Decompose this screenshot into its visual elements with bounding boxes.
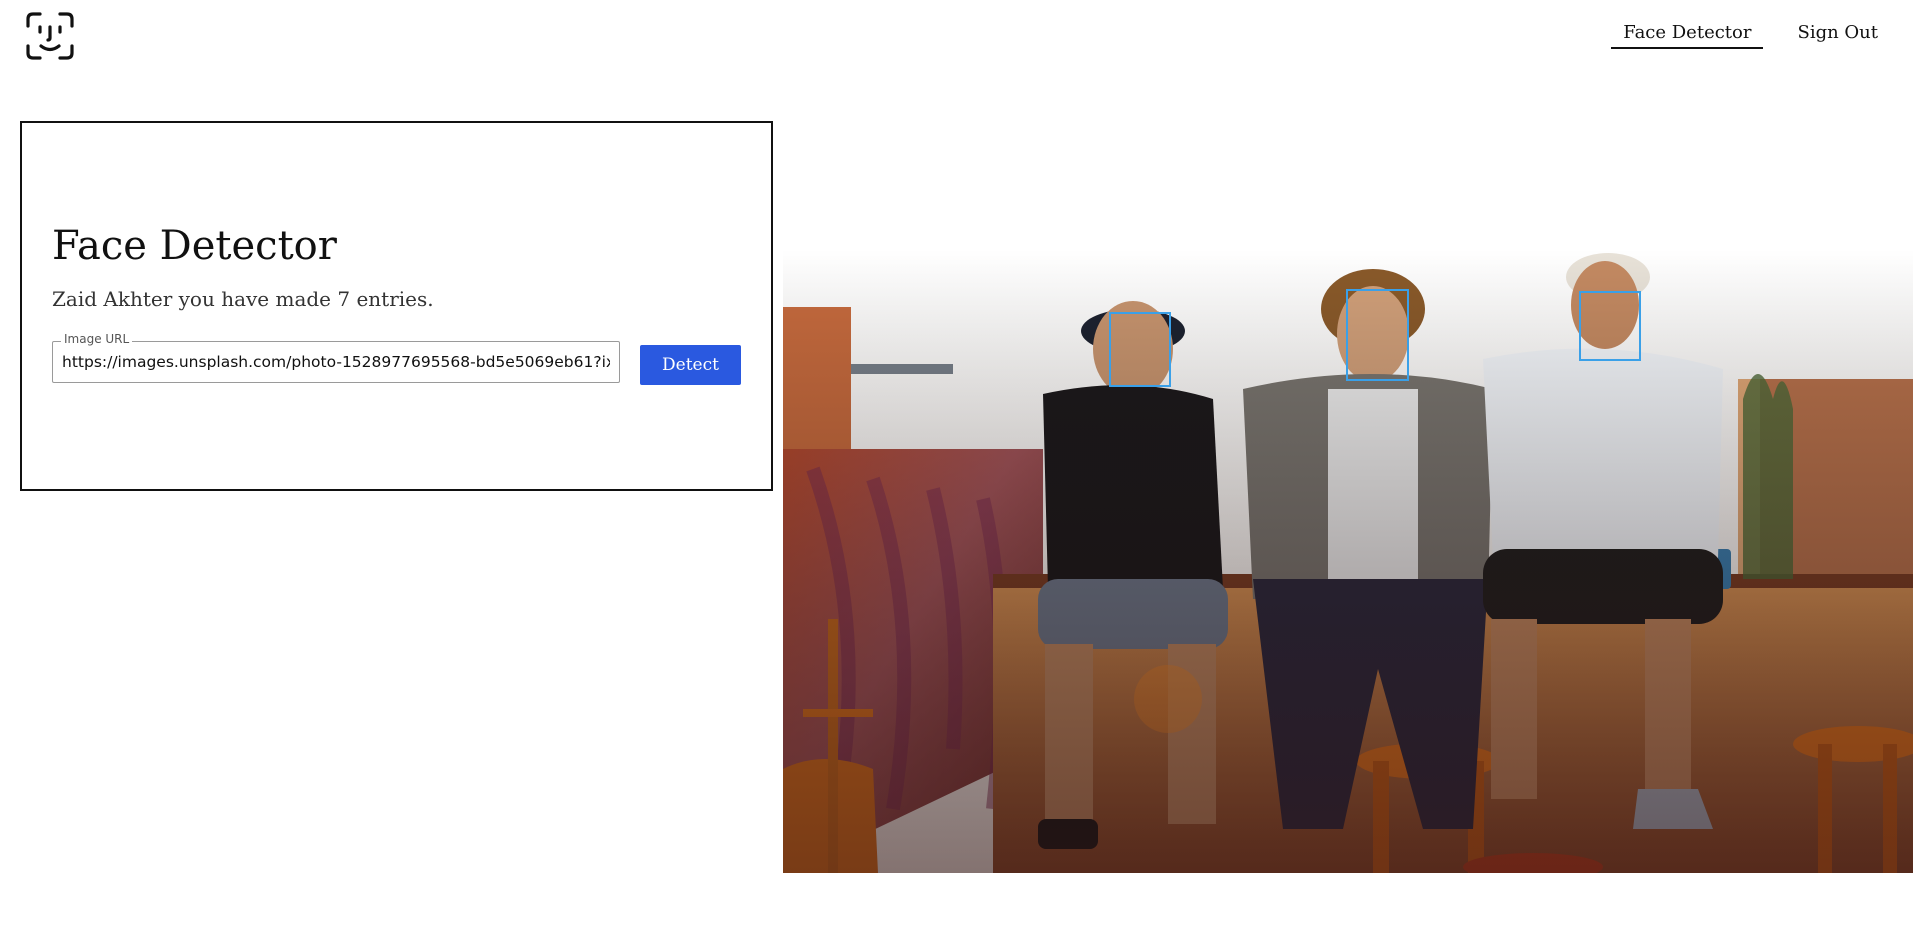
face-box-2 — [1346, 289, 1409, 381]
result-image — [783, 249, 1913, 873]
face-box-1 — [1109, 312, 1171, 387]
image-url-field: Image URL — [52, 332, 620, 383]
entries-count-text: Zaid Akhter you have made 7 entries. — [52, 287, 434, 311]
detector-card: Face Detector Zaid Akhter you have made … — [20, 121, 773, 491]
page-title: Face Detector — [52, 223, 337, 269]
image-url-input[interactable] — [53, 342, 619, 382]
nav-face-detector[interactable]: Face Detector — [1611, 22, 1764, 49]
detect-button[interactable]: Detect — [640, 345, 741, 385]
image-url-label: Image URL — [61, 332, 133, 346]
top-nav: Face Detector Sign Out — [1611, 22, 1890, 49]
nav-sign-out[interactable]: Sign Out — [1785, 22, 1890, 49]
face-box-3 — [1579, 291, 1641, 361]
face-id-icon[interactable] — [26, 12, 74, 60]
